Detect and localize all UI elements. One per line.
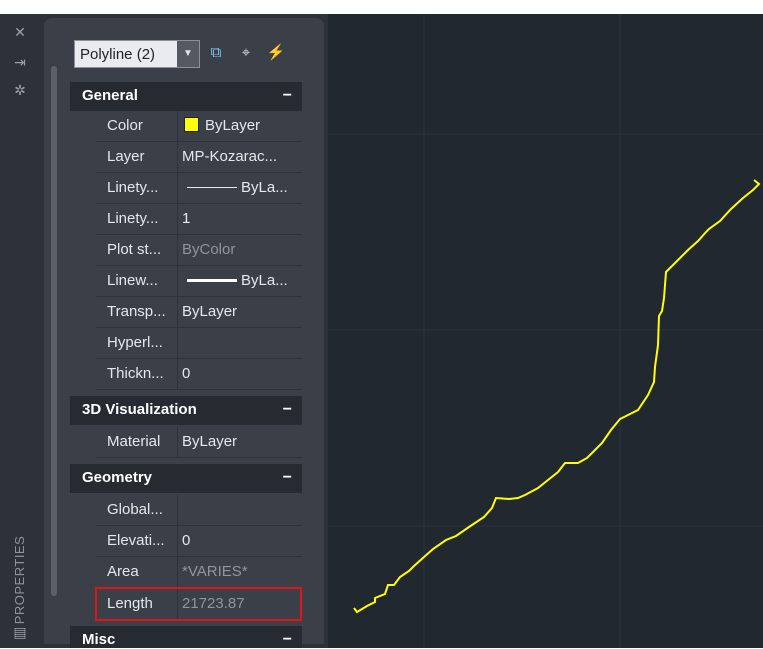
property-name: Elevati... bbox=[96, 526, 178, 557]
geometry-gutter bbox=[70, 495, 96, 624]
properties-toolbar: Polyline (2) ▼ ⧉ ⌖ ⚡ bbox=[74, 40, 314, 70]
property-value[interactable]: ByLa... bbox=[178, 173, 302, 204]
property-value[interactable]: 0 bbox=[178, 526, 302, 557]
section-3d-visualization[interactable]: 3D Visualization − bbox=[70, 396, 302, 425]
linetype-preview-icon bbox=[187, 187, 237, 188]
section-geometry-title: Geometry bbox=[82, 469, 153, 486]
property-name: Layer bbox=[96, 142, 178, 173]
property-value[interactable]: ByLayer bbox=[178, 427, 302, 458]
object-type-label: Polyline (2) bbox=[80, 46, 156, 63]
section-misc[interactable]: Misc − bbox=[70, 626, 302, 648]
section-general[interactable]: General − bbox=[70, 82, 302, 111]
chevron-down-icon[interactable]: ▼ bbox=[177, 41, 199, 67]
canvas-grid bbox=[328, 14, 763, 648]
close-icon[interactable]: ✕ bbox=[12, 24, 28, 40]
property-name: Thickn... bbox=[96, 359, 178, 390]
color-swatch-icon bbox=[184, 117, 199, 132]
property-value: ByColor bbox=[178, 235, 302, 266]
property-name: Color bbox=[96, 111, 178, 142]
collapse-icon[interactable]: − bbox=[283, 469, 292, 487]
collapse-icon[interactable]: − bbox=[283, 401, 292, 419]
quick-select-icon[interactable]: ⚡ bbox=[266, 43, 286, 63]
property-name: Global... bbox=[96, 495, 178, 526]
property-name: Hyperl... bbox=[96, 328, 178, 359]
section-geometry[interactable]: Geometry − bbox=[70, 464, 302, 493]
color-value: ByLayer bbox=[205, 117, 261, 134]
property-row-lineweight[interactable]: Linew... ByLa... bbox=[96, 266, 302, 297]
property-value[interactable]: MP-Kozarac... bbox=[178, 142, 302, 173]
lineweight-value: ByLa... bbox=[241, 272, 288, 289]
palette-scrollbar[interactable] bbox=[51, 66, 57, 596]
visualization-gutter bbox=[70, 427, 96, 458]
toggle-pickadd-icon[interactable]: ⧉ bbox=[206, 43, 226, 63]
property-row-color[interactable]: Color ByLayer bbox=[96, 111, 302, 142]
property-value: *VARIES* bbox=[178, 557, 302, 588]
section-visualization-title: 3D Visualization bbox=[82, 401, 197, 418]
collapse-icon[interactable]: − bbox=[283, 631, 292, 649]
property-name: Material bbox=[96, 427, 178, 458]
property-value[interactable]: ByLayer bbox=[178, 297, 302, 328]
property-name: Area bbox=[96, 557, 178, 588]
property-name: Transp... bbox=[96, 297, 178, 328]
property-row-linetype[interactable]: Linety... ByLa... bbox=[96, 173, 302, 204]
property-row-linetype-scale[interactable]: Linety... 1 bbox=[96, 204, 302, 235]
general-gutter bbox=[70, 111, 96, 390]
palette-control-strip: ✕ ⇥ ✲ PROPERTIES ▤ bbox=[0, 14, 40, 648]
selected-polyline[interactable] bbox=[353, 179, 761, 614]
lineweight-preview-icon bbox=[187, 279, 237, 282]
linetype-value: ByLa... bbox=[241, 179, 288, 196]
property-value[interactable]: ByLayer bbox=[178, 111, 302, 142]
property-row-elevation[interactable]: Elevati... 0 bbox=[96, 526, 302, 557]
object-type-dropdown[interactable]: Polyline (2) ▼ bbox=[74, 40, 200, 68]
property-value[interactable]: 0 bbox=[178, 359, 302, 390]
property-name: Plot st... bbox=[96, 235, 178, 266]
auto-hide-icon[interactable]: ⇥ bbox=[12, 54, 28, 70]
property-value[interactable]: 1 bbox=[178, 204, 302, 235]
property-value[interactable]: ByLa... bbox=[178, 266, 302, 297]
palette-title-text: PROPERTIES bbox=[12, 535, 27, 625]
properties-menu-icon[interactable]: ✲ bbox=[12, 82, 28, 98]
property-row-thickness[interactable]: Thickn... 0 bbox=[96, 359, 302, 390]
property-value[interactable] bbox=[178, 328, 302, 359]
property-row-hyperlink[interactable]: Hyperl... bbox=[96, 328, 302, 359]
property-name: Linew... bbox=[96, 266, 178, 297]
property-name: Linety... bbox=[96, 204, 178, 235]
properties-icon: ▤ bbox=[13, 624, 27, 640]
section-general-title: General bbox=[82, 87, 138, 104]
collapse-icon[interactable]: − bbox=[283, 87, 292, 105]
property-row-material[interactable]: Material ByLayer bbox=[96, 427, 302, 458]
property-row-plot-style[interactable]: Plot st... ByColor bbox=[96, 235, 302, 266]
section-misc-title: Misc bbox=[82, 631, 116, 648]
property-row-layer[interactable]: Layer MP-Kozarac... bbox=[96, 142, 302, 173]
property-name: Linety... bbox=[96, 173, 178, 204]
property-row-transparency[interactable]: Transp... ByLayer bbox=[96, 297, 302, 328]
drawing-canvas[interactable] bbox=[328, 14, 763, 648]
select-objects-icon[interactable]: ⌖ bbox=[236, 43, 256, 63]
length-highlight-box bbox=[95, 587, 302, 621]
property-row-area[interactable]: Area *VARIES* bbox=[96, 557, 302, 588]
palette-title: PROPERTIES bbox=[6, 534, 34, 634]
property-value[interactable] bbox=[178, 495, 302, 526]
property-row-global-width[interactable]: Global... bbox=[96, 495, 302, 526]
